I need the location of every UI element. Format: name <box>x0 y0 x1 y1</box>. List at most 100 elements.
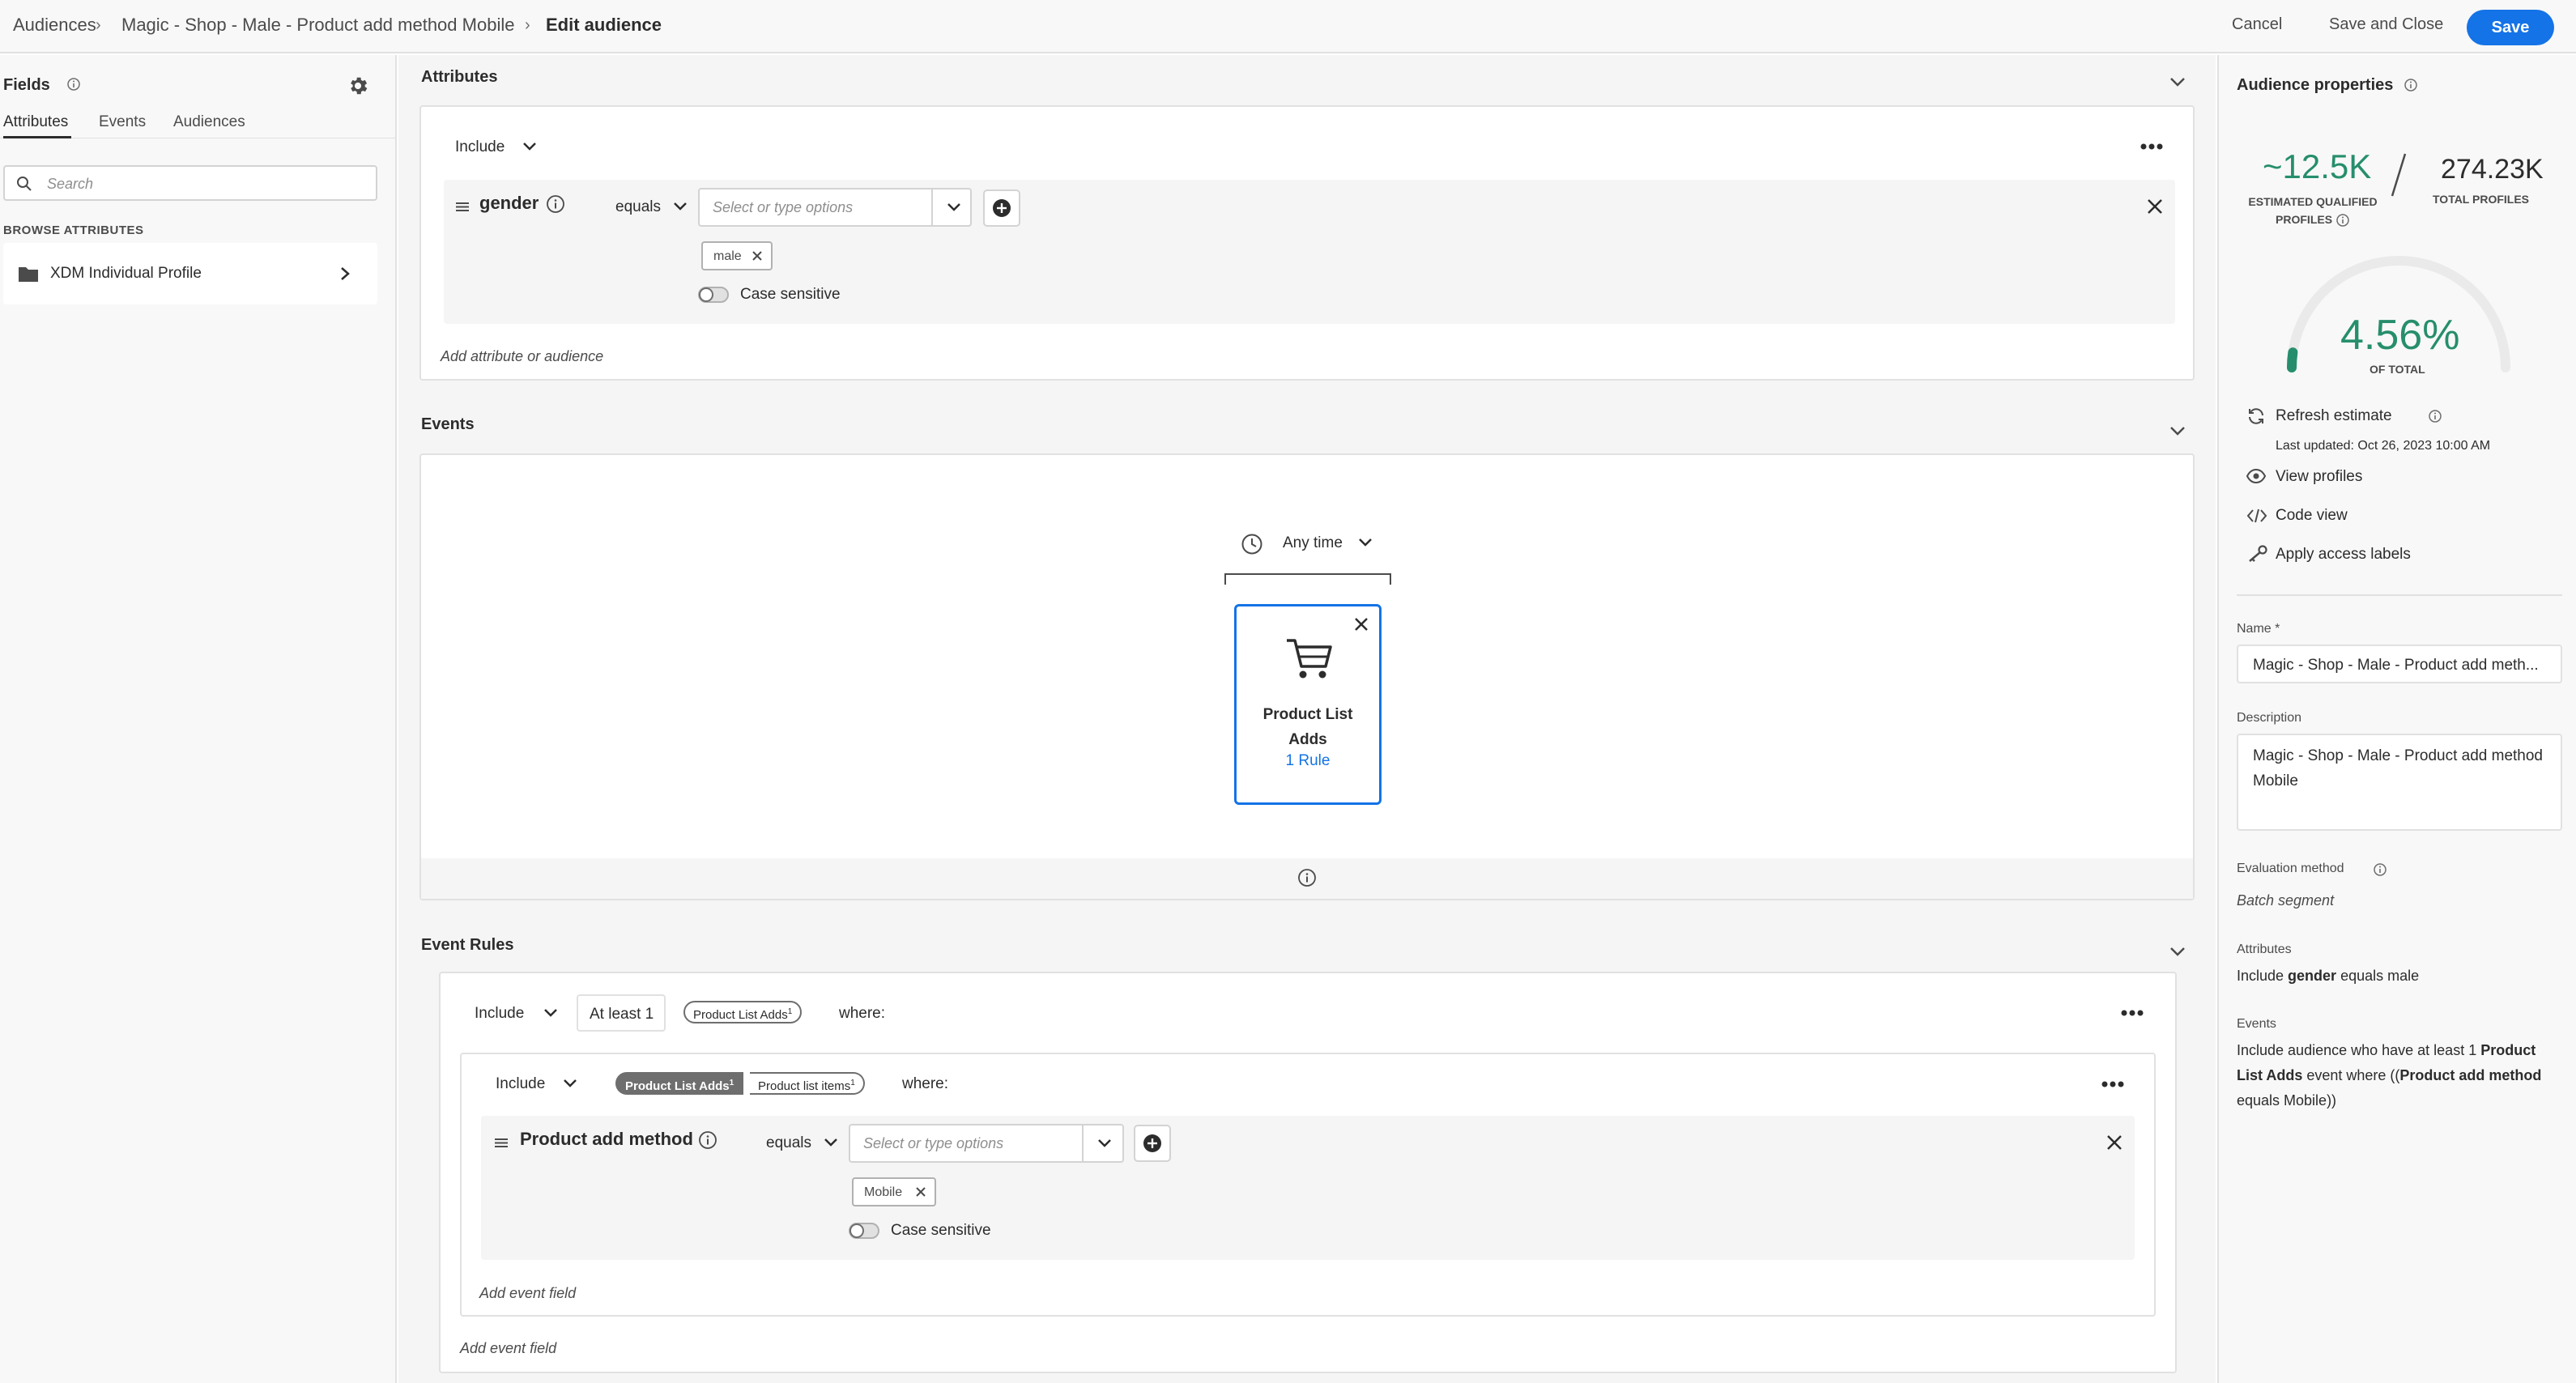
chevron-down-icon[interactable] <box>522 142 538 151</box>
add-value-button[interactable] <box>983 189 1020 227</box>
chevron-down-icon[interactable] <box>1357 538 1373 547</box>
evaluation-method-value: Batch segment <box>2237 892 2335 909</box>
where-label: where: <box>902 1075 949 1092</box>
breadcrumb-audience-name[interactable]: Magic - Shop - Male - Product add method… <box>121 15 514 36</box>
case-sensitive-toggle[interactable] <box>698 287 729 303</box>
attributes-section-title: Attributes <box>421 68 498 86</box>
chevron-down-icon[interactable] <box>543 1008 559 1018</box>
more-options-icon[interactable] <box>2120 1009 2144 1017</box>
add-event-field-link[interactable]: Add event field <box>479 1285 576 1302</box>
tab-audiences[interactable]: Audiences <box>173 113 245 131</box>
more-options-icon[interactable] <box>2101 1080 2125 1088</box>
operator-select[interactable]: equals <box>615 198 661 216</box>
info-icon[interactable] <box>698 1130 717 1150</box>
qualified-profiles-label: ESTIMATED QUALIFIED PROFILES <box>2237 193 2389 228</box>
evaluation-method-label: Evaluation method <box>2237 862 2344 875</box>
chevron-down-icon[interactable] <box>1096 1138 1113 1148</box>
tab-events[interactable]: Events <box>99 113 146 131</box>
value-input[interactable]: Select or type options <box>713 199 853 216</box>
close-icon[interactable] <box>1353 616 1369 632</box>
add-event-field-link[interactable]: Add event field <box>460 1340 556 1357</box>
tag-remove-icon[interactable] <box>915 1186 926 1198</box>
browse-heading: BROWSE ATTRIBUTES <box>3 223 144 237</box>
percent-of-total-label: OF TOTAL <box>2369 363 2425 376</box>
code-icon <box>2246 508 2267 524</box>
tag-remove-icon[interactable] <box>752 250 763 262</box>
count-select[interactable]: At least 1 <box>577 994 666 1032</box>
eye-icon <box>2246 468 2266 484</box>
close-icon[interactable] <box>2146 198 2164 215</box>
fields-title: Fields <box>3 76 50 94</box>
refresh-estimate-button[interactable]: Refresh estimate <box>2276 407 2392 425</box>
chevron-down-icon[interactable] <box>823 1138 839 1147</box>
info-icon[interactable] <box>66 77 81 91</box>
description-field[interactable]: Magic - Shop - Male - Product add method… <box>2237 734 2562 831</box>
gear-icon[interactable] <box>347 74 369 97</box>
save-button[interactable]: Save <box>2467 10 2554 45</box>
info-icon[interactable] <box>2373 862 2387 877</box>
include-select[interactable]: Include <box>475 1005 524 1023</box>
search-field[interactable]: Search <box>3 165 377 201</box>
info-icon[interactable] <box>1297 868 1317 887</box>
breadcrumb-audiences[interactable]: Audiences <box>13 15 96 36</box>
info-icon[interactable] <box>2428 409 2442 423</box>
events-section-title: Events <box>421 415 475 433</box>
close-icon[interactable] <box>2106 1134 2123 1151</box>
apply-access-labels-link[interactable]: Apply access labels <box>2276 546 2411 564</box>
chevron-right-icon <box>337 265 353 283</box>
events-summary: Include audience who have at least 1 Pro… <box>2237 1042 2542 1109</box>
chevron-down-icon[interactable] <box>2169 946 2186 957</box>
add-value-button[interactable] <box>1134 1125 1171 1162</box>
browse-item-xdm-individual-profile[interactable]: XDM Individual Profile <box>3 243 377 304</box>
key-icon <box>2246 545 2267 564</box>
description-textarea[interactable]: Magic - Shop - Male - Product add method… <box>2253 743 2553 794</box>
value-tag: Mobile <box>852 1177 936 1206</box>
name-field[interactable]: Magic - Shop - Male - Product add meth..… <box>2237 645 2562 683</box>
total-profiles-value: 274.23K <box>2441 154 2544 185</box>
breadcrumb-chevron-icon: › <box>96 16 101 34</box>
chevron-down-icon[interactable] <box>672 202 688 211</box>
event-card-product-list-adds[interactable]: Product List Adds 1 Rule <box>1234 604 1382 805</box>
drag-handle-icon[interactable] <box>455 199 470 214</box>
event-pill-product-list-items[interactable]: Product list items1 <box>750 1072 865 1095</box>
info-icon[interactable] <box>2404 78 2418 92</box>
drag-handle-icon[interactable] <box>494 1135 509 1150</box>
add-attribute-link[interactable]: Add attribute or audience <box>441 348 603 365</box>
include-select[interactable]: Include <box>496 1075 545 1093</box>
audience-properties-title: Audience properties <box>2237 76 2394 94</box>
name-input[interactable]: Magic - Shop - Male - Product add meth..… <box>2253 657 2539 674</box>
browse-item-label: XDM Individual Profile <box>50 265 202 282</box>
attributes-summary-label: Attributes <box>2237 943 2292 956</box>
gauge-fill <box>2286 347 2298 372</box>
event-rules-section-title: Event Rules <box>421 936 514 954</box>
refresh-icon[interactable] <box>2246 406 2266 426</box>
tab-attributes[interactable]: Attributes <box>3 113 68 131</box>
folder-icon <box>18 265 39 283</box>
save-and-close-button[interactable]: Save and Close <box>2329 15 2443 34</box>
combobox-divider <box>1082 1126 1084 1161</box>
value-combobox[interactable]: Select or type options <box>849 1124 1124 1163</box>
time-select[interactable]: Any time <box>1283 534 1343 552</box>
search-input[interactable]: Search <box>47 176 93 193</box>
chevron-down-icon[interactable] <box>2169 76 2186 87</box>
event-pill-product-list-adds[interactable]: Product List Adds1 <box>615 1072 744 1095</box>
value-combobox[interactable]: Select or type options <box>698 188 972 227</box>
code-view-link[interactable]: Code view <box>2276 507 2348 525</box>
cancel-button[interactable]: Cancel <box>2232 15 2282 34</box>
tag-label: male <box>713 249 742 263</box>
info-icon[interactable] <box>546 194 565 214</box>
info-icon[interactable] <box>2335 213 2350 228</box>
chevron-down-icon[interactable] <box>2169 425 2186 436</box>
include-select[interactable]: Include <box>455 138 505 156</box>
percent-of-total-value: 4.56% <box>2340 312 2460 359</box>
operator-select[interactable]: equals <box>766 1134 811 1152</box>
value-input[interactable]: Select or type options <box>863 1135 1003 1152</box>
view-profiles-link[interactable]: View profiles <box>2276 468 2362 486</box>
event-pill[interactable]: Product List Adds1 <box>683 1001 803 1023</box>
chevron-down-icon[interactable] <box>562 1079 578 1088</box>
case-sensitive-toggle[interactable] <box>849 1223 879 1239</box>
chevron-down-icon[interactable] <box>946 202 962 212</box>
rule-field-name: Product add method <box>520 1129 693 1149</box>
more-options-icon[interactable] <box>2140 143 2164 151</box>
event-card-rules-link[interactable]: 1 Rule <box>1237 752 1379 770</box>
